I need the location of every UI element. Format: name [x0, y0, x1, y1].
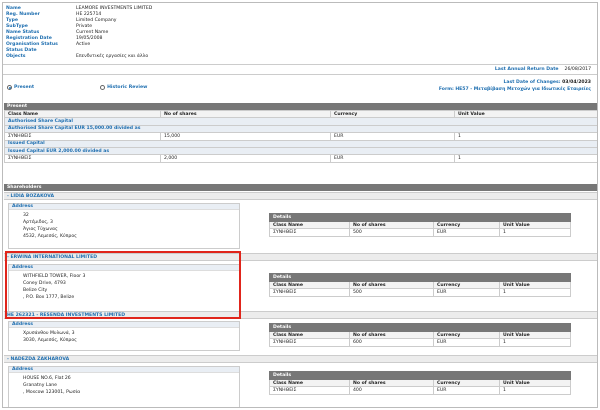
last-changes: Last Date of Changes: 03/04/2023 Form: H… — [438, 80, 591, 92]
share-capital-table: Class Name No of shares Currency Unit Va… — [4, 109, 597, 163]
table-header-row: Class Name No of shares Currency Unit Va… — [269, 330, 571, 340]
company-info: Name LEAMORE INVESTMENTS LIMITED Reg. Num… — [6, 5, 596, 60]
table-row: Authorised Share Capital EUR 15,000.00 d… — [4, 124, 597, 134]
table-row: ΣΥΝΗΘΕΙΣ 2,000 EUR 1 — [4, 154, 597, 163]
table-row: ΣΥΝΗΘΕΙΣ 500 EUR 1 — [269, 288, 571, 298]
info-row-objects: Objects Επενδυτικές εργασίες και άλλο — [6, 54, 149, 60]
table-header-row: Class Name No of shares Currency Unit Va… — [269, 220, 571, 230]
view-toggle: Present Historic Review — [7, 85, 147, 90]
table-row: ΣΥΝΗΘΕΙΣ 15,000 EUR 1 — [4, 132, 597, 141]
radio-selected-icon[interactable] — [7, 85, 12, 90]
shareholder-name[interactable]: - NADEZDA ZAKHAROVA — [4, 355, 597, 363]
details-table: Details Class Name No of shares Currency… — [269, 213, 571, 238]
address-box: Address Χρυσάνθου Μυλωνά, 3 3030, Λεμεσό… — [8, 321, 240, 351]
table-row: ΣΥΝΗΘΕΙΣ 500 EUR 1 — [269, 228, 571, 238]
address-box: Address HOUSE NO.6, Flat 26 Granatny Lan… — [8, 366, 240, 407]
table-row: Authorised Share Capital — [4, 117, 597, 126]
details-table: Details Class Name No of shares Currency… — [269, 273, 571, 298]
highlight-annotation — [5, 251, 241, 319]
table-header-row: Class Name No of shares Currency Unit Va… — [269, 280, 571, 290]
radio-unselected-icon[interactable] — [100, 85, 106, 90]
address-box: Address 32 Αρτέμιδος, 3 Άγιος Τύχωνας 45… — [8, 203, 240, 249]
divider — [3, 64, 597, 65]
table-row: ΣΥΝΗΘΕΙΣ 600 EUR 1 — [269, 338, 571, 348]
table-row: Issued Capital EUR 2,000.00 divided as — [4, 146, 597, 156]
annual-return-date: Last Annual Return Date 26/08/2017 — [494, 67, 591, 72]
divider — [3, 74, 597, 75]
table-row: ΣΥΝΗΘΕΙΣ 400 EUR 1 — [269, 386, 571, 396]
shareholders-section-header: Shareholders — [4, 184, 597, 191]
details-table: Details Class Name No of shares Currency… — [269, 323, 571, 348]
shareholder-name[interactable]: - LIDIA BOZAKOVA — [4, 192, 597, 200]
details-table: Details Class Name No of shares Currency… — [269, 371, 571, 396]
present-section-header: Present — [4, 103, 597, 110]
present-radio[interactable]: Present — [7, 85, 34, 90]
table-header-row: Class Name No of shares Currency Unit Va… — [269, 378, 571, 388]
table-header-row: Class Name No of shares Currency Unit Va… — [4, 109, 597, 119]
table-row: Issued Capital — [4, 139, 597, 148]
historic-review-radio[interactable]: Historic Review — [100, 85, 147, 90]
company-record-page: Name LEAMORE INVESTMENTS LIMITED Reg. Num… — [2, 2, 598, 408]
